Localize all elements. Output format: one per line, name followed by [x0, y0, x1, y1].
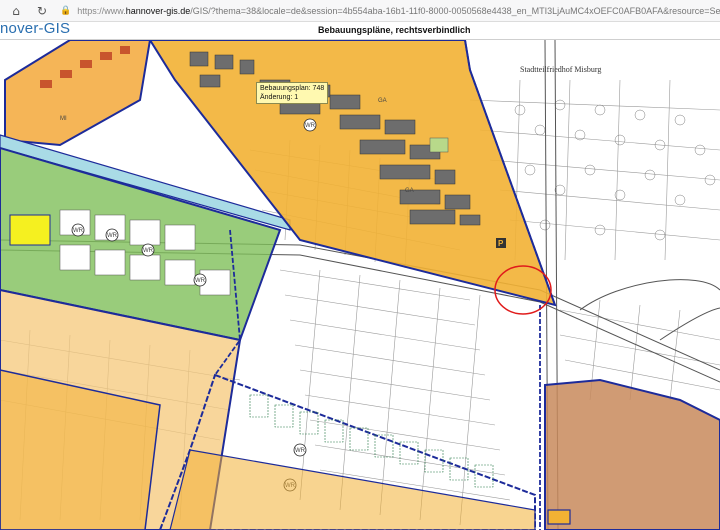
- tooltip-plan-number: Bebauungsplan: 748: [260, 85, 325, 92]
- url-host: hannover-gis.de: [125, 5, 191, 16]
- map-canvas[interactable]: Stadtteilfriedhof Misburg P WR WR WR WR …: [0, 40, 720, 530]
- url-path: /GIS/?thema=38&locale=de&session=4b554ab…: [190, 5, 720, 16]
- southeast-small-plan[interactable]: [547, 509, 571, 525]
- svg-text:MI: MI: [60, 116, 67, 122]
- app-header: nover-GIS Bebauungspläne, rechtsverbindl…: [0, 20, 720, 40]
- svg-text:WR: WR: [305, 123, 316, 129]
- svg-text:GA: GA: [405, 188, 414, 194]
- cemetery-label: Stadtteilfriedhof Misburg: [520, 65, 601, 74]
- app-title: nover-GIS: [0, 20, 71, 37]
- tooltip-amendment: Änderung: 1: [260, 94, 299, 101]
- plan-tooltip: Bebauungsplan: 748 Änderung: 1: [256, 82, 329, 104]
- svg-text:WR: WR: [73, 228, 84, 234]
- map-svg[interactable]: Stadtteilfriedhof Misburg P WR WR WR WR …: [0, 40, 720, 530]
- reload-icon[interactable]: ↻: [34, 3, 50, 19]
- parking-label: P: [498, 239, 504, 248]
- layer-title: Bebauungspläne, rechtsverbindlich: [318, 25, 471, 35]
- browser-toolbar: ⌂ ↻ 🔒 https://www. hannover-gis.de /GIS/…: [0, 0, 720, 22]
- home-icon[interactable]: ⌂: [8, 3, 24, 19]
- svg-text:WR: WR: [195, 278, 206, 284]
- svg-text:GA: GA: [378, 98, 387, 104]
- url-prefix: https://www.: [77, 5, 126, 16]
- address-bar[interactable]: 🔒 https://www. hannover-gis.de /GIS/?the…: [60, 2, 720, 20]
- lock-icon: 🔒: [60, 5, 72, 16]
- svg-text:WR: WR: [107, 233, 118, 239]
- svg-text:WR: WR: [143, 248, 154, 254]
- green-parcel: [429, 137, 449, 153]
- bright-yellow-parcel[interactable]: [9, 214, 51, 246]
